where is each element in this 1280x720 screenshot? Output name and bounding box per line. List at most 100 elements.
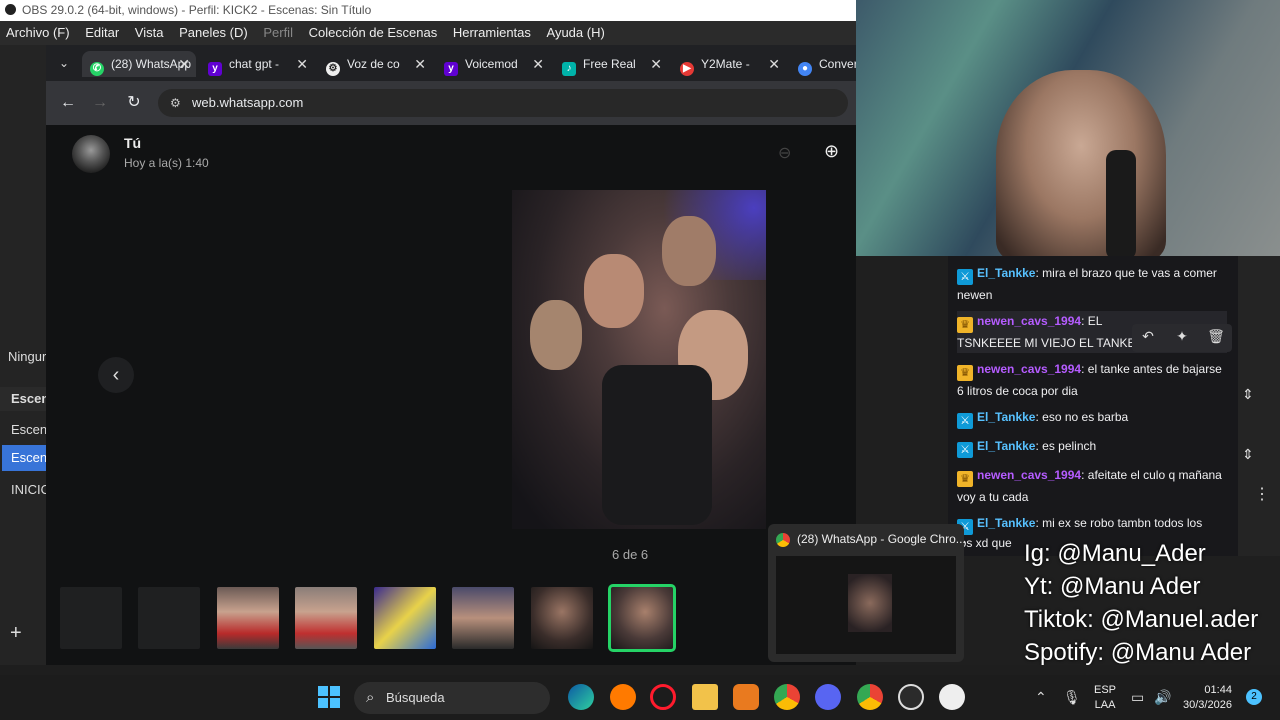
reply-icon[interactable]: ↶ xyxy=(1138,328,1158,345)
tab-search-chevron-icon[interactable]: ⌄ xyxy=(54,53,74,73)
back-arrow-icon[interactable]: ← xyxy=(58,93,78,113)
thumbnail[interactable] xyxy=(138,587,200,649)
clock-time: 01:44 xyxy=(1204,684,1232,696)
discord-icon[interactable] xyxy=(815,684,841,710)
tab-chat-gpt[interactable]: y chat gpt - ✕ xyxy=(200,51,314,77)
scene-item-inicio[interactable]: INICIO xyxy=(11,482,49,497)
chat-message: ♛ newen_cavs_1994: el tanke antes de baja… xyxy=(957,362,1222,398)
thumbnail[interactable] xyxy=(60,587,122,649)
network-icon[interactable]: ▭ xyxy=(1131,689,1144,706)
openai-icon: ⚙ xyxy=(326,62,340,76)
crown-icon: ♛ xyxy=(957,365,973,381)
chat-username[interactable]: El_Tankke xyxy=(977,439,1035,453)
brave-icon[interactable] xyxy=(610,684,636,710)
close-tab-icon[interactable]: ✕ xyxy=(414,51,426,77)
edge-icon[interactable] xyxy=(568,684,594,710)
taskbar-search[interactable]: ⌕ Búsqueda xyxy=(354,682,550,714)
chevron-updown-icon[interactable]: ⇕ xyxy=(1242,386,1254,403)
thumbnail[interactable] xyxy=(374,587,436,649)
chat-username[interactable]: newen_cavs_1994 xyxy=(977,314,1081,328)
menu-perfil[interactable]: Perfil xyxy=(257,21,299,45)
forward-arrow-icon[interactable]: → xyxy=(90,93,110,113)
tiktok-icon: ♪ xyxy=(562,62,576,76)
tab-label: Voz de co xyxy=(347,57,400,71)
pin-icon[interactable]: ✦ xyxy=(1172,328,1192,345)
tab-strip: ⌄ ✆ (28) WhatsApp ✕ y chat gpt - ✕ ⚙ Voz de c… xyxy=(46,45,856,81)
fl-studio-icon[interactable] xyxy=(733,684,759,710)
previous-media-chevron-icon[interactable]: ‹ xyxy=(98,357,134,393)
thumbnail[interactable] xyxy=(295,587,357,649)
add-scene-button[interactable]: + xyxy=(10,622,22,645)
windows-taskbar: ⌕ Búsqueda ⌃ 🎙 ESP LAA ▭ 🔊 01:44 30/3/20… xyxy=(0,675,1280,720)
menu-herramientas[interactable]: Herramientas xyxy=(447,21,537,45)
notification-badge[interactable]: 2 xyxy=(1246,689,1262,705)
close-tab-icon[interactable]: ✕ xyxy=(296,51,308,77)
file-explorer-icon[interactable] xyxy=(692,684,718,710)
thumbnail[interactable] xyxy=(531,587,593,649)
close-tab-icon[interactable]: ✕ xyxy=(650,51,662,77)
social-overlay: Ig: @Manu_Ader Yt: @Manu Ader Tiktok: @M… xyxy=(1020,538,1280,670)
tab-voz[interactable]: ⚙ Voz de co ✕ xyxy=(318,51,432,77)
tab-label: chat gpt - xyxy=(229,57,280,71)
reload-icon[interactable]: ↻ xyxy=(124,93,144,113)
chat-text: es pelinch xyxy=(1042,439,1097,453)
address-bar[interactable]: ⚙ web.whatsapp.com xyxy=(158,89,848,117)
menu-coleccion-escenas[interactable]: Colección de Escenas xyxy=(303,21,444,45)
tab-free-real[interactable]: ♪ Free Real ✕ xyxy=(554,51,668,77)
taskbar-window-preview[interactable]: (28) WhatsApp - Google Chro... xyxy=(768,524,966,662)
chat-username[interactable]: newen_cavs_1994 xyxy=(977,468,1081,482)
chat-username[interactable]: El_Tankke xyxy=(977,410,1035,424)
chat-username[interactable]: El_Tankke xyxy=(977,516,1035,530)
scene-item-1[interactable]: Escena xyxy=(11,422,49,437)
windows-start-icon[interactable] xyxy=(318,686,340,708)
menu-archivo[interactable]: Archivo (F) xyxy=(0,21,76,45)
thumbnail[interactable] xyxy=(452,587,514,649)
tab-label: Free Real xyxy=(583,57,636,71)
chrome-icon xyxy=(776,533,790,547)
convert-icon: ● xyxy=(798,62,812,76)
scene-item-2-selected[interactable]: Escena xyxy=(2,445,46,471)
obs-icon[interactable] xyxy=(898,684,924,710)
close-tab-icon[interactable]: ✕ xyxy=(768,51,780,77)
close-tab-icon[interactable]: ✕ xyxy=(532,51,544,77)
volume-icon[interactable]: 🔊 xyxy=(1154,689,1171,706)
site-info-icon[interactable]: ⚙ xyxy=(170,96,184,110)
zoom-out-icon[interactable]: ⊖ xyxy=(778,143,791,163)
language-indicator[interactable]: ESP LAA xyxy=(1094,683,1116,713)
close-tab-icon[interactable]: ✕ xyxy=(178,51,190,77)
chat-text: mi ex se robo tambn todos los xyxy=(1042,516,1203,530)
chat-username[interactable]: newen_cavs_1994 xyxy=(977,362,1081,376)
chrome-icon[interactable] xyxy=(774,684,800,710)
menu-editar[interactable]: Editar xyxy=(79,21,125,45)
photo-image xyxy=(512,190,766,529)
zoom-in-icon[interactable]: ⊕ xyxy=(824,141,839,162)
microphone-icon[interactable]: 🎙 xyxy=(1063,689,1081,706)
url-text[interactable]: web.whatsapp.com xyxy=(192,89,303,117)
thumbnail[interactable] xyxy=(217,587,279,649)
tab-whatsapp[interactable]: ✆ (28) WhatsApp ✕ xyxy=(82,51,196,77)
menu-paneles[interactable]: Paneles (D) xyxy=(173,21,254,45)
tab-label: Y2Mate - xyxy=(701,57,750,71)
chrome-profile-icon[interactable] xyxy=(857,684,883,710)
trash-icon[interactable]: 🗑 xyxy=(1206,328,1226,345)
chevron-updown-icon[interactable]: ⇕ xyxy=(1242,446,1254,463)
chat-message: ⚔ El_Tankke: eso no es barba xyxy=(957,407,1227,429)
menu-vista[interactable]: Vista xyxy=(129,21,170,45)
browser-toolbar: ← → ↻ ⚙ web.whatsapp.com xyxy=(46,81,856,125)
menu-ayuda[interactable]: Ayuda (H) xyxy=(541,21,611,45)
system-clock[interactable]: 01:44 30/3/2026 xyxy=(1183,683,1232,713)
tab-y2mate[interactable]: ▶ Y2Mate - ✕ xyxy=(672,51,786,77)
media-player-icon[interactable] xyxy=(939,684,965,710)
thumbnail-selected[interactable] xyxy=(608,584,676,652)
tray-chevron-up-icon[interactable]: ⌃ xyxy=(1035,689,1047,706)
whatsapp-media-viewer: Tú Hoy a la(s) 1:40 ⊖ ⊕ ‹ 6 de 6 xyxy=(46,125,856,665)
tab-voicemod[interactable]: y Voicemod ✕ xyxy=(436,51,550,77)
chat-username[interactable]: El_Tankke xyxy=(977,266,1035,280)
obs-menu-bar: Archivo (F) Editar Vista Paneles (D) Per… xyxy=(0,21,856,45)
tab-convert[interactable]: ● Conver xyxy=(790,51,856,77)
opera-icon[interactable] xyxy=(650,684,676,710)
yahoo-icon: y xyxy=(208,62,222,76)
tab-label: Conver xyxy=(819,57,856,71)
spotify-handle: Spotify: @Manu Ader xyxy=(1024,639,1252,666)
more-options-icon[interactable]: ⋮ xyxy=(1254,484,1270,504)
